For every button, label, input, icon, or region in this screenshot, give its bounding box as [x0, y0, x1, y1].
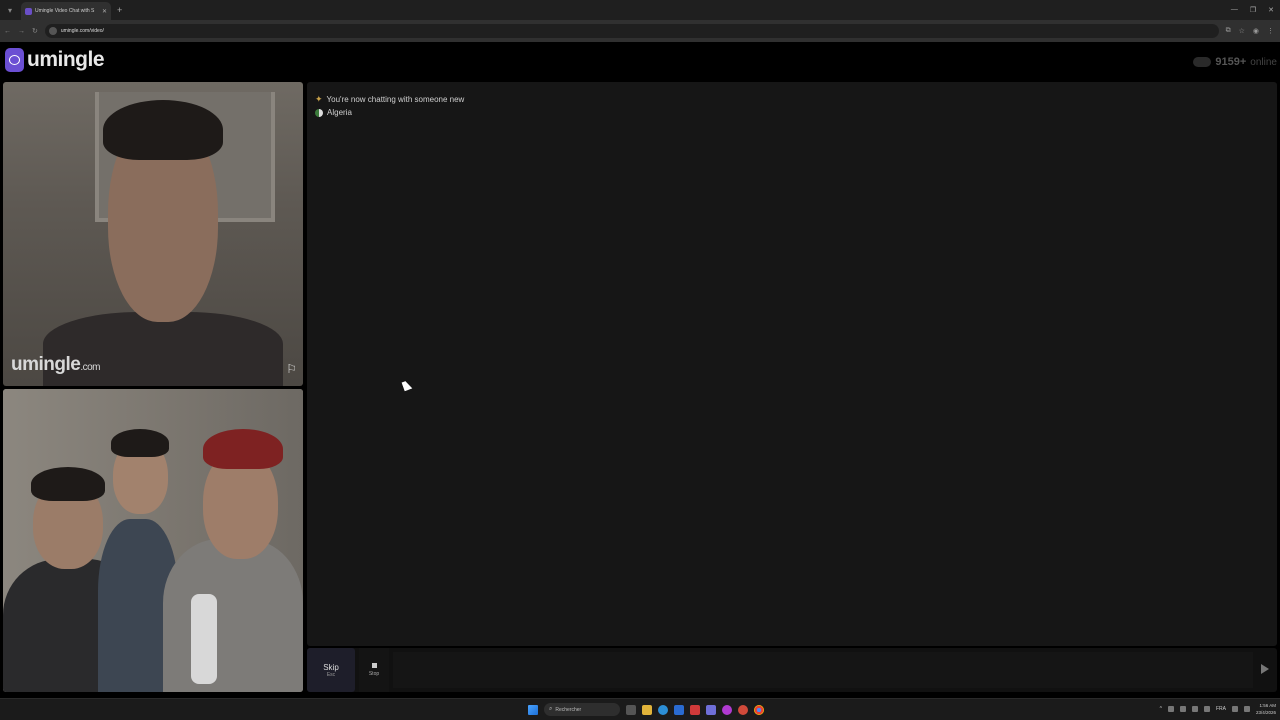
- tray-chevron-icon[interactable]: ^: [1160, 706, 1162, 712]
- stop-icon: [371, 663, 377, 668]
- online-count: 9159+: [1215, 56, 1247, 68]
- self-video: [3, 389, 303, 692]
- site-info-icon[interactable]: [48, 27, 57, 35]
- tab-title: Umingle Video Chat with S: [35, 8, 95, 14]
- translate-icon[interactable]: ⧉: [1226, 27, 1231, 35]
- system-tray: ^ FRA 1:56 AM 23/4/2026: [1160, 702, 1276, 716]
- theme-toggle[interactable]: [1193, 57, 1212, 67]
- chat-controls: Skip Esc Stop: [307, 648, 1277, 692]
- app-red-icon[interactable]: [690, 704, 700, 715]
- app-orange-icon[interactable]: [738, 704, 748, 715]
- address-bar: ← → ↻ umingle.com/video/ ⧉ ☆ ◉ ⋮: [0, 20, 1280, 42]
- skip-shortcut: Esc: [326, 671, 336, 678]
- system-message: ✦ You're now chatting with someone new: [315, 94, 464, 105]
- favicon-icon: [25, 7, 32, 15]
- language-indicator[interactable]: FRA: [1216, 706, 1226, 712]
- taskbar-apps: ⌕ Rechercher: [528, 703, 764, 716]
- online-label: online: [1250, 56, 1277, 68]
- globe-icon: [315, 108, 323, 117]
- skip-label: Skip: [323, 662, 339, 672]
- window-controls: — ❐ ✕: [1231, 6, 1280, 14]
- site-logo[interactable]: umingle: [5, 48, 105, 72]
- logo-chat-icon: [5, 48, 24, 72]
- report-flag-icon[interactable]: ⚐: [286, 362, 297, 376]
- app-purple-icon[interactable]: [706, 704, 716, 715]
- close-window-icon[interactable]: ✕: [1268, 6, 1274, 14]
- url-text: umingle.com/video/: [60, 28, 104, 34]
- online-indicator: 9159+ online: [1193, 56, 1277, 68]
- chat-message-input[interactable]: [393, 652, 1253, 688]
- clock-time: 1:56 AM: [1259, 703, 1276, 708]
- site-header: umingle 9159+ online: [0, 42, 1280, 82]
- reload-icon[interactable]: ↻: [32, 27, 38, 35]
- stranger-video: umingle.com ⚐: [3, 82, 303, 386]
- profile-icon[interactable]: ◉: [1253, 27, 1259, 35]
- app-pink-icon[interactable]: [722, 704, 732, 715]
- forward-icon[interactable]: →: [18, 28, 25, 35]
- taskbar-clock[interactable]: 1:56 AM 23/4/2026: [1256, 702, 1276, 716]
- address-bar-actions: ⧉ ☆ ◉ ⋮: [1226, 27, 1276, 35]
- country-message: Algeria: [315, 108, 352, 117]
- search-placeholder: Rechercher: [555, 706, 582, 713]
- tray-app-icon[interactable]: [1191, 706, 1198, 712]
- browser-tab-bar: ▾ Umingle Video Chat with S ✕ + — ❐ ✕: [0, 0, 1280, 20]
- tray-app-icon[interactable]: [1167, 706, 1174, 712]
- country-text: Algeria: [327, 108, 352, 117]
- tray-app-icon[interactable]: [1203, 706, 1210, 712]
- restore-icon[interactable]: ❐: [1250, 6, 1256, 14]
- chat-panel: ✦ You're now chatting with someone new A…: [307, 82, 1277, 646]
- tab-search-icon[interactable]: ▾: [3, 3, 17, 17]
- logo-text: umingle: [27, 48, 105, 71]
- volume-icon[interactable]: [1243, 706, 1250, 712]
- microphone: [191, 594, 217, 684]
- taskbar-search[interactable]: ⌕ Rechercher: [544, 703, 620, 716]
- clock-date: 23/4/2026: [1255, 710, 1276, 715]
- url-field[interactable]: umingle.com/video/: [44, 24, 1219, 38]
- edge-icon[interactable]: [658, 704, 668, 715]
- chrome-icon[interactable]: [754, 704, 764, 715]
- back-icon[interactable]: ←: [4, 28, 11, 35]
- bookmark-star-icon[interactable]: ☆: [1239, 27, 1245, 35]
- stop-button[interactable]: Stop: [359, 648, 389, 692]
- browser-tab[interactable]: Umingle Video Chat with S ✕: [21, 2, 111, 20]
- send-icon[interactable]: [1261, 664, 1269, 674]
- windows-taskbar: ⌕ Rechercher ^ FRA 1:56 AM 23/4/2026: [0, 698, 1280, 720]
- windows-start-icon[interactable]: [528, 704, 538, 715]
- tray-app-icon[interactable]: [1179, 706, 1186, 712]
- skip-button[interactable]: Skip Esc: [307, 648, 355, 692]
- minimize-icon[interactable]: —: [1231, 6, 1238, 14]
- new-tab-icon[interactable]: +: [117, 5, 122, 15]
- search-icon: ⌕: [549, 706, 553, 712]
- task-view-icon[interactable]: [626, 704, 636, 715]
- file-explorer-icon[interactable]: [642, 704, 652, 715]
- sparkle-icon: ✦: [315, 94, 323, 104]
- stop-label: Stop: [368, 671, 380, 677]
- kebab-menu-icon[interactable]: ⋮: [1267, 27, 1274, 35]
- message-text: You're now chatting with someone new: [326, 95, 465, 104]
- red-cap: [203, 429, 283, 469]
- store-icon[interactable]: [674, 704, 684, 715]
- umingle-watermark: umingle.com: [11, 354, 101, 375]
- wifi-icon[interactable]: [1231, 706, 1238, 712]
- close-tab-icon[interactable]: ✕: [102, 8, 107, 15]
